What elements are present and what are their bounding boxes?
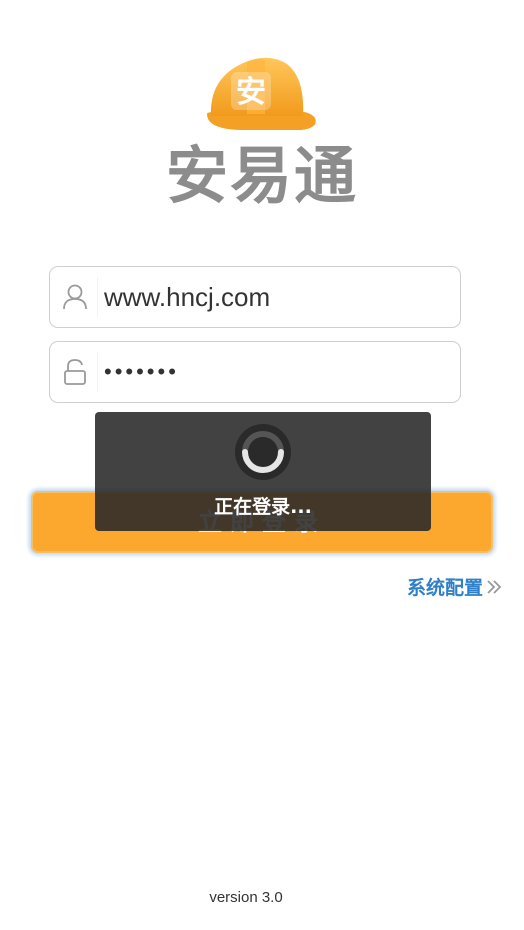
loading-toast: 正在登录... [95,412,431,531]
app-logo: 安 [205,52,319,134]
system-config-link[interactable]: 系统配置 [407,572,502,600]
lock-icon [62,358,88,386]
helmet-icon: 安 [207,57,316,130]
user-icon [62,283,88,311]
password-field[interactable] [49,341,461,403]
field-divider [97,277,98,317]
version-label: version 3.0 [209,889,283,906]
spinner-icon [234,423,292,481]
system-config-label: 系统配置 [406,576,483,599]
app-title: 安易通 [165,139,358,212]
field-divider [97,352,98,392]
loading-message: 正在登录... [214,496,312,518]
double-chevron-right-icon [486,578,502,594]
username-field[interactable] [49,266,461,328]
username-input[interactable] [104,275,444,319]
helmet-text: 安 [236,75,266,110]
password-input[interactable] [104,350,444,394]
